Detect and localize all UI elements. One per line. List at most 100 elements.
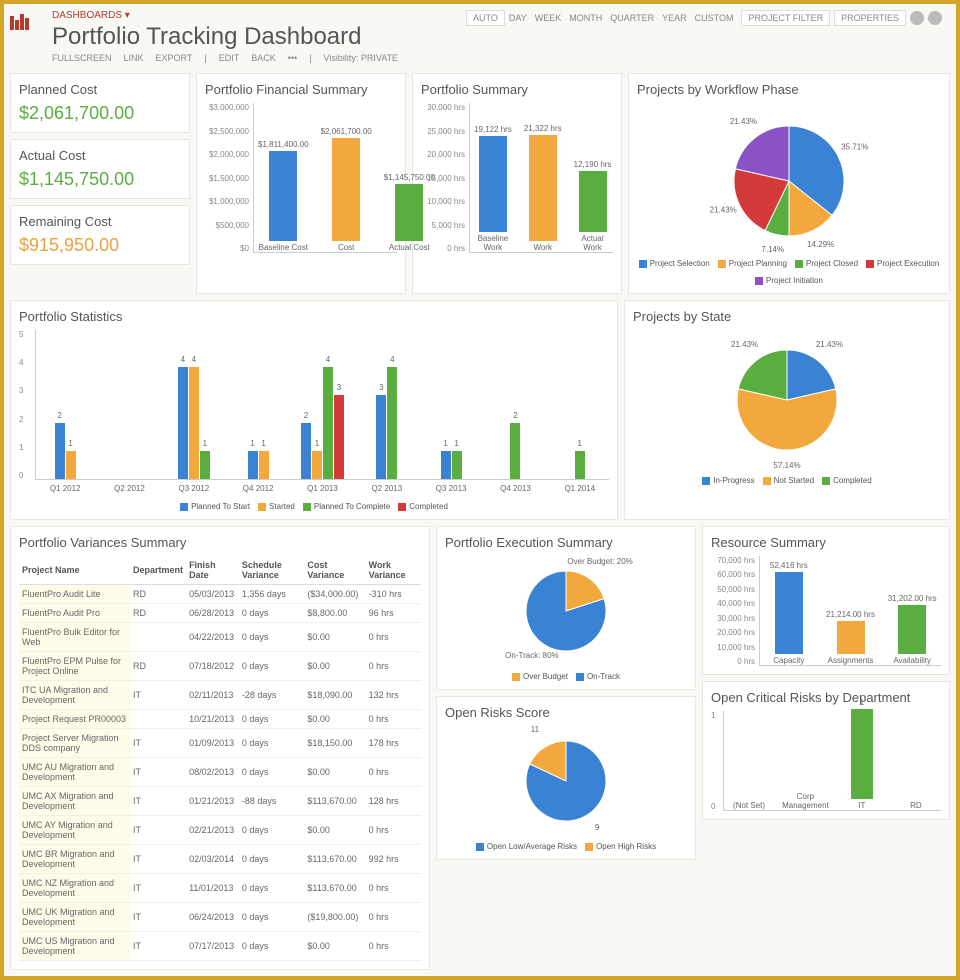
time-tab-day[interactable]: DAY <box>505 11 531 25</box>
cell: 05/03/2013 <box>186 585 239 604</box>
cell: FluentPro Bulk Editor for Web <box>19 623 130 652</box>
cell: 10/21/2013 <box>186 710 239 729</box>
cell: $0.00 <box>304 623 365 652</box>
cell: UMC NZ Migration and Development <box>19 874 130 903</box>
cell: 0 hrs <box>366 932 421 961</box>
cell: FluentPro Audit Pro <box>19 604 130 623</box>
table-row[interactable]: UMC US Migration and DevelopmentIT07/17/… <box>19 932 421 961</box>
table-row[interactable]: Project Server Migration DDS companyIT01… <box>19 729 421 758</box>
table-variances: Portfolio Variances Summary Project Name… <box>10 526 430 970</box>
table-row[interactable]: UMC BR Migration and DevelopmentIT02/03/… <box>19 845 421 874</box>
variances-table[interactable]: Project NameDepartmentFinish DateSchedul… <box>19 556 421 961</box>
kpi-label: Planned Cost <box>19 82 181 97</box>
gear-icon[interactable] <box>910 11 924 25</box>
time-tab-week[interactable]: WEEK <box>531 11 566 25</box>
chart-workflow-phase: Projects by Workflow Phase 35.71%14.29%7… <box>628 73 950 294</box>
cell: $113,670.00 <box>304 874 365 903</box>
subtool-edit[interactable]: EDIT <box>219 53 240 63</box>
bar: (Not Set) <box>728 799 770 810</box>
stats-group: 21Q1 2012 <box>36 423 94 479</box>
time-tab-quarter[interactable]: QUARTER <box>606 11 658 25</box>
cell: $0.00 <box>304 710 365 729</box>
cell: $0.00 <box>304 932 365 961</box>
col-header[interactable]: Cost Variance <box>304 556 365 585</box>
time-tab-custom[interactable]: CUSTOM <box>691 11 738 25</box>
legend-item: Over Budget <box>512 672 568 681</box>
cell: IT <box>130 729 186 758</box>
col-header[interactable]: Department <box>130 556 186 585</box>
chart-title: Portfolio Variances Summary <box>19 535 421 550</box>
chart-execution-summary: Portfolio Execution Summary Over Budget:… <box>436 526 696 690</box>
subtool-|: | <box>204 53 206 63</box>
cell: $18,090.00 <box>304 681 365 710</box>
table-row[interactable]: Project Request PR0000310/21/20130 days$… <box>19 710 421 729</box>
cell: 08/02/2013 <box>186 758 239 787</box>
svg-text:35.71%: 35.71% <box>841 142 868 151</box>
col-header[interactable]: Work Variance <box>366 556 421 585</box>
table-row[interactable]: FluentPro Audit ProRD06/28/20130 days$8,… <box>19 604 421 623</box>
cell: 132 hrs <box>366 681 421 710</box>
table-row[interactable]: UMC UK Migration and DevelopmentIT06/24/… <box>19 903 421 932</box>
col-header[interactable]: Project Name <box>19 556 130 585</box>
chart-title: Portfolio Statistics <box>19 309 609 324</box>
stats-group: 2143Q1 2013 <box>293 367 351 479</box>
cell: IT <box>130 681 186 710</box>
cell: Project Server Migration DDS company <box>19 729 130 758</box>
cell: FluentPro Audit Lite <box>19 585 130 604</box>
bar: 1IT <box>841 698 883 810</box>
stats-group: 11Q3 2013 <box>422 451 480 479</box>
cell: 0 days <box>239 845 305 874</box>
cell: 06/24/2013 <box>186 903 239 932</box>
subtool-link[interactable]: LINK <box>124 53 144 63</box>
cell: 0 days <box>239 710 305 729</box>
legend-item: In-Progress <box>702 476 754 485</box>
chart-title: Projects by Workflow Phase <box>637 82 941 97</box>
table-row[interactable]: ITC UA Migration and DevelopmentIT02/11/… <box>19 681 421 710</box>
cell: $8,800.00 <box>304 604 365 623</box>
bar: 21,214.00 hrsAssignments <box>826 610 876 665</box>
legend-item: Completed <box>398 502 448 511</box>
cell: -28 days <box>239 681 305 710</box>
cell: 02/11/2013 <box>186 681 239 710</box>
time-tab-year[interactable]: YEAR <box>658 11 691 25</box>
cell: IT <box>130 787 186 816</box>
cell: 02/21/2013 <box>186 816 239 845</box>
subtool-fullscreen[interactable]: FULLSCREEN <box>52 53 112 63</box>
stats-group: 1Q1 2014 <box>551 451 609 479</box>
chart-title: Portfolio Execution Summary <box>445 535 687 550</box>
table-row[interactable]: UMC AY Migration and DevelopmentIT02/21/… <box>19 816 421 845</box>
cell: ($34,000.00) <box>304 585 365 604</box>
stats-group: 34Q2 2013 <box>358 367 416 479</box>
bar: 19,122 hrsBaseline Work <box>474 125 512 252</box>
chart-title: Projects by State <box>633 309 941 324</box>
table-row[interactable]: FluentPro Bulk Editor for Web04/22/20130… <box>19 623 421 652</box>
help-icon[interactable] <box>928 11 942 25</box>
col-header[interactable]: Finish Date <box>186 556 239 585</box>
cell: 0 days <box>239 604 305 623</box>
kpi-label: Actual Cost <box>19 148 181 163</box>
svg-text:21.43%: 21.43% <box>816 340 843 349</box>
table-row[interactable]: UMC AX Migration and DevelopmentIT01/21/… <box>19 787 421 816</box>
subtool-back[interactable]: BACK <box>251 53 276 63</box>
project-filter-button[interactable]: PROJECT FILTER <box>741 10 830 26</box>
table-row[interactable]: UMC AU Migration and DevelopmentIT08/02/… <box>19 758 421 787</box>
cell <box>130 623 186 652</box>
table-row[interactable]: UMC NZ Migration and DevelopmentIT11/01/… <box>19 874 421 903</box>
legend-item: Project Execution <box>866 259 939 268</box>
subtool-•••[interactable]: ••• <box>288 53 297 63</box>
time-tab-auto[interactable]: AUTO <box>466 10 505 26</box>
svg-text:7.14%: 7.14% <box>761 245 784 253</box>
time-tab-month[interactable]: MONTH <box>565 11 606 25</box>
cell: 0 hrs <box>366 710 421 729</box>
properties-button[interactable]: PROPERTIES <box>834 10 906 26</box>
cell: 07/17/2013 <box>186 932 239 961</box>
legend-item: Open Low/Average Risks <box>476 842 577 851</box>
chart-title: Open Critical Risks by Department <box>711 690 941 705</box>
cell: IT <box>130 874 186 903</box>
bar: RD <box>895 799 937 810</box>
table-row[interactable]: FluentPro EPM Pulse for Project OnlineRD… <box>19 652 421 681</box>
table-row[interactable]: FluentPro Audit LiteRD05/03/20131,356 da… <box>19 585 421 604</box>
cell: UMC AU Migration and Development <box>19 758 130 787</box>
subtool-export[interactable]: EXPORT <box>156 53 193 63</box>
col-header[interactable]: Schedule Variance <box>239 556 305 585</box>
